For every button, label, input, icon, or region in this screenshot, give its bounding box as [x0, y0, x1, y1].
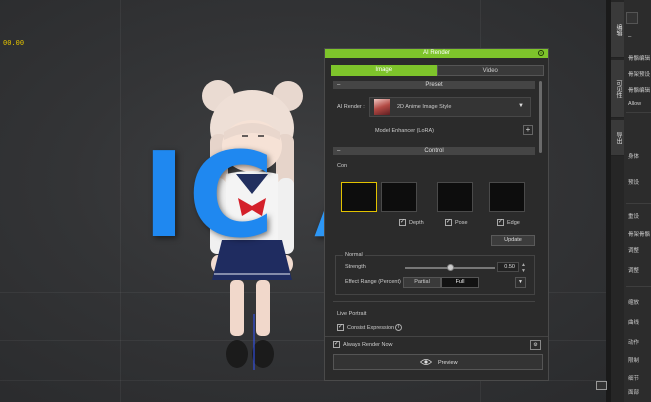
edge-label: Edge	[507, 220, 520, 226]
right-item[interactable]: 调整	[628, 246, 639, 254]
right-item[interactable]: 骨骼编辑	[628, 54, 650, 62]
right-item[interactable]: 骨架骨骼	[628, 230, 650, 238]
style-select-value: 2D Anime Image Style	[397, 104, 452, 110]
pose-label: Pose	[455, 220, 468, 226]
right-item[interactable]: 身体	[628, 152, 639, 160]
preset-section-header[interactable]: – Preset	[333, 81, 535, 89]
depth-checkbox[interactable]: ✓	[399, 219, 406, 226]
model-enhancer-label: Model Enhancer (LoRA)	[375, 128, 435, 134]
strength-value-input[interactable]: 0.50	[497, 262, 519, 272]
style-thumbnail	[374, 99, 390, 115]
divider	[626, 203, 651, 204]
control-header-label: Control	[424, 148, 444, 154]
side-tab-export[interactable]: 导出	[611, 120, 624, 156]
control-thumb-pose[interactable]	[437, 182, 473, 212]
preview-label: Preview	[438, 360, 458, 366]
update-button[interactable]: Update	[491, 235, 535, 246]
divider	[333, 301, 535, 302]
right-item[interactable]: 细节	[628, 374, 639, 382]
collapse-icon[interactable]: –	[337, 147, 340, 155]
panel-scrollbar[interactable]	[539, 81, 542, 153]
dropdown-caret-icon: ▼	[518, 103, 524, 109]
panel-mode-icon[interactable]	[626, 12, 638, 24]
control-section-label: Con	[337, 163, 348, 169]
scene-icon[interactable]	[596, 381, 607, 390]
tab-video[interactable]: Video	[436, 65, 544, 76]
right-item[interactable]: 骨骼编辑	[628, 86, 650, 94]
panel-titlebar[interactable]: AI Render ×	[325, 49, 548, 58]
partial-button[interactable]: Partial	[403, 277, 441, 288]
side-tab-edit[interactable]: 编辑	[611, 2, 624, 58]
right-item[interactable]: 曲线	[628, 318, 639, 326]
eye-icon	[420, 359, 432, 365]
normal-label: Normal	[343, 252, 365, 258]
right-item[interactable]: Allow	[628, 101, 641, 107]
always-render-label: Always Render Now	[343, 342, 393, 348]
divider	[626, 112, 651, 113]
side-tabs: 编辑 可见性 导出	[611, 0, 624, 402]
right-item[interactable]: 缩放	[628, 298, 639, 306]
right-item[interactable]: 动作	[628, 338, 639, 346]
render-settings-icon[interactable]: ⚙	[530, 340, 541, 350]
preset-header-label: Preset	[425, 82, 443, 88]
control-thumb-depth[interactable]	[381, 182, 417, 212]
strength-spinner[interactable]: ▲ ▼	[521, 262, 526, 274]
info-icon[interactable]: i	[395, 324, 402, 331]
ai-render-label: AI Render :	[337, 104, 365, 110]
pose-checkbox[interactable]: ✓	[445, 219, 452, 226]
modify-panel: – 骨骼编辑 骨架预设 骨骼编辑 Allow 身体 预设 重设 骨架骨骼 调整 …	[624, 0, 651, 402]
panel-title: AI Render	[422, 50, 450, 56]
full-button[interactable]: Full	[441, 277, 479, 288]
live-portrait-label: Live Portrait	[337, 311, 367, 317]
control-section-header[interactable]: – Control	[333, 147, 535, 155]
right-item[interactable]: 调整	[628, 266, 639, 274]
strength-slider-handle[interactable]	[447, 264, 454, 271]
right-item[interactable]: 重设	[628, 212, 639, 220]
panel-tabs: Image Video	[331, 65, 544, 76]
right-item[interactable]: 骨架预设	[628, 70, 650, 78]
consist-expression-label: Consist Expression	[347, 325, 395, 331]
depth-label: Depth	[409, 220, 424, 226]
effect-range-label: Effect Range (Percent)	[345, 279, 401, 285]
edge-checkbox[interactable]: ✓	[497, 219, 504, 226]
control-thumb-image[interactable]	[341, 182, 377, 212]
close-icon[interactable]: ×	[538, 50, 544, 56]
tab-image[interactable]: Image	[331, 65, 437, 76]
preview-button[interactable]: Preview	[333, 354, 543, 370]
strength-label: Strength	[345, 264, 366, 270]
viewport-timecode: 00.00	[3, 39, 25, 47]
overlay-ic-text: IC	[142, 126, 277, 264]
right-item[interactable]: 预设	[628, 178, 639, 186]
collapse-icon[interactable]: –	[628, 34, 631, 40]
collapse-icon[interactable]: –	[337, 81, 340, 89]
right-item[interactable]: 限制	[628, 356, 639, 364]
right-item[interactable]: 面部	[628, 388, 639, 396]
divider	[325, 336, 548, 337]
normal-group	[335, 255, 535, 295]
control-thumb-edge[interactable]	[489, 182, 525, 212]
style-select[interactable]: 2D Anime Image Style ▼	[369, 97, 531, 117]
always-render-checkbox[interactable]: ✓	[333, 341, 340, 348]
ai-render-panel: AI Render × Image Video – Preset AI Rend…	[324, 48, 549, 381]
effect-range-dropdown[interactable]: ▼	[515, 277, 526, 288]
plus-icon[interactable]: +	[523, 125, 533, 135]
side-tab-visibility[interactable]: 可见性	[611, 60, 624, 118]
divider	[626, 286, 651, 287]
consist-expression-checkbox[interactable]: ✓	[337, 324, 344, 331]
